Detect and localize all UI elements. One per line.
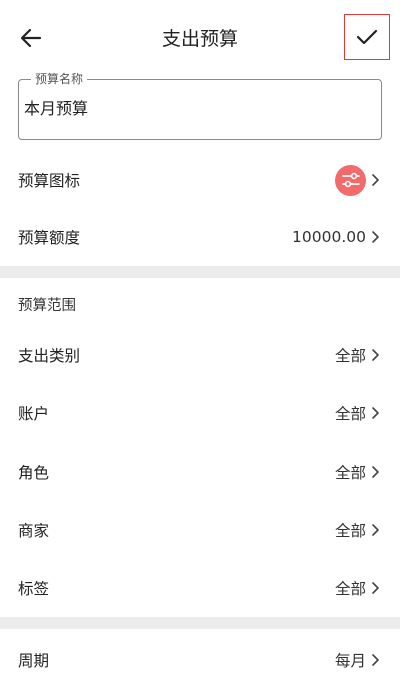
budget-amount-value: 10000.00 [292,228,366,246]
scope-row-merchant[interactable]: 商家 全部 [0,501,400,559]
chevron-right-icon [372,582,379,594]
chevron-right-icon [372,174,379,186]
app-bar: 支出预算 [0,0,400,76]
chevron-right-icon [372,349,379,361]
scope-row-label: 角色 [18,464,50,482]
chevron-right-icon [372,407,379,419]
scope-row-account[interactable]: 账户 全部 [0,384,400,442]
budget-name-field[interactable]: 预算名称 本月预算 [18,71,382,140]
period-label: 周期 [18,652,50,670]
budget-icon-label: 预算图标 [18,172,81,190]
section-divider [0,617,400,629]
budget-name-value[interactable]: 本月预算 [24,98,88,120]
budget-icon-row[interactable]: 预算图标 [0,151,400,209]
budget-amount-label: 预算额度 [18,229,81,247]
scope-row-category[interactable]: 支出类别 全部 [0,326,400,384]
chevron-right-icon [372,466,379,478]
scope-row-tag[interactable]: 标签 全部 [0,559,400,617]
scope-row-value: 全部 [334,580,366,598]
scope-row-label: 账户 [18,405,50,423]
scope-section-title: 预算范围 [18,298,76,314]
budget-amount-row[interactable]: 预算额度 10000.00 [0,208,400,266]
scope-row-label: 商家 [18,522,50,540]
budget-name-label: 预算名称 [31,71,88,87]
period-value: 每月 [334,652,366,670]
chevron-right-icon [372,524,379,536]
scope-row-label: 支出类别 [18,347,81,365]
check-icon [356,29,378,45]
scope-row-value: 全部 [334,347,366,365]
chevron-right-icon [372,231,379,243]
page-title: 支出预算 [161,28,238,50]
scope-row-label: 标签 [18,580,50,598]
chevron-right-icon [372,654,379,666]
scope-row-value: 全部 [334,522,366,540]
confirm-button[interactable] [344,14,390,60]
period-row[interactable]: 周期 每月 [0,631,400,689]
section-divider [0,266,400,278]
scope-row-value: 全部 [334,405,366,423]
scope-row-value: 全部 [334,464,366,482]
scope-row-role[interactable]: 角色 全部 [0,443,400,501]
sliders-icon [335,164,366,196]
